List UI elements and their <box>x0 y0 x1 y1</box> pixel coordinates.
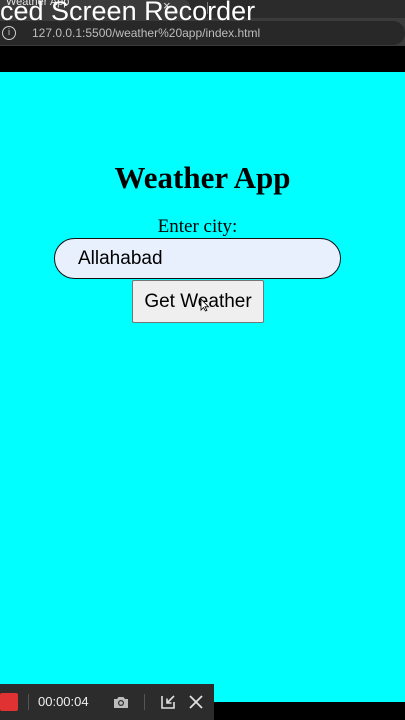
bottom-band <box>214 702 405 720</box>
recorder-divider <box>28 694 29 710</box>
mouse-pointer-icon <box>200 298 210 312</box>
city-input[interactable] <box>54 238 341 279</box>
info-icon[interactable]: i <box>2 26 16 40</box>
collapse-icon[interactable] <box>159 693 177 711</box>
page-title: Weather App <box>114 160 291 195</box>
weather-app-page: Weather App Enter city: Get Weather <box>0 72 405 702</box>
url-text: 127.0.0.1:5500/weather%20app/index.html <box>32 26 261 40</box>
browser-toolbar-band <box>0 46 405 72</box>
get-weather-button[interactable]: Get Weather <box>132 280 264 323</box>
recorder-bar: 00:00:04 <box>0 684 214 720</box>
screen-recorder-watermark: ced Screen Recorder <box>0 0 256 26</box>
camera-icon[interactable] <box>112 693 130 711</box>
recorder-divider <box>144 694 145 710</box>
city-label: Enter city: <box>157 216 238 237</box>
close-icon[interactable] <box>187 693 205 711</box>
recording-timer: 00:00:04 <box>38 694 89 709</box>
stop-record-button[interactable] <box>0 693 18 711</box>
